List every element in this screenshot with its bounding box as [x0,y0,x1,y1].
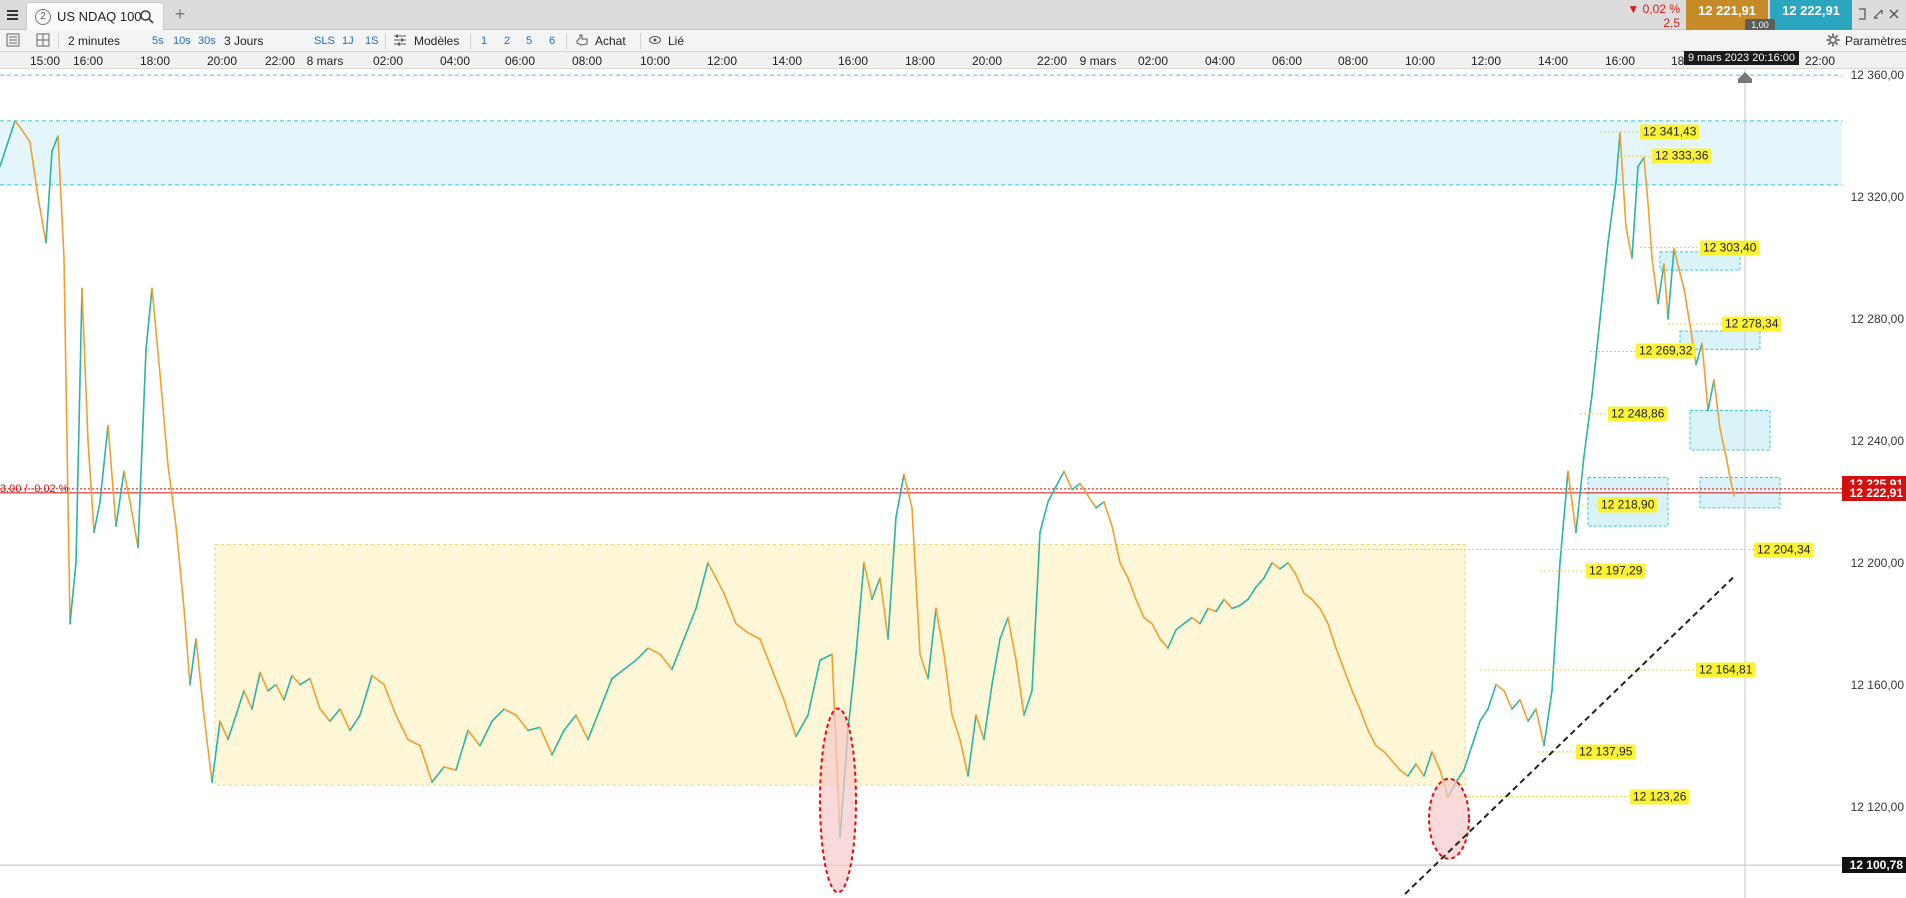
level-label: 12 303,40 [1700,240,1760,256]
price-tick: 12 360,00 [1850,68,1904,83]
time-tick: 20:00 [206,54,238,68]
time-tick: 14:00 [771,54,803,68]
fullscreen-icon[interactable] [1855,6,1869,22]
tab-number-badge: 2 [35,8,51,25]
sliders-icon[interactable] [393,33,407,49]
grid-layout-icon[interactable] [36,33,50,49]
plus-icon[interactable]: + [170,4,190,24]
timeframe-30s[interactable]: 30s [198,33,216,49]
time-tick: 08:00 [1337,54,1369,68]
chart-toolbar: 2 minutes 5s 10s 30s 3 Jours SLS 1J 1S M… [0,30,1906,52]
time-tick: 16:00 [837,54,869,68]
level-label: 12 269,32 [1636,343,1696,359]
price-tick: 12 120,00 [1850,799,1904,814]
time-tick: 8 mars [306,54,344,68]
level-label: 12 341,43 [1640,124,1700,140]
level-label: 12 248,86 [1608,406,1668,422]
time-tick: 04:00 [1204,54,1236,68]
level-label: 12 137,95 [1576,744,1636,760]
price-change-percent: ▼ 0,02 % [1627,2,1680,16]
price-change: ▼ 0,02 % 2,5 [1626,0,1684,30]
buy-hand-icon[interactable] [575,33,589,49]
resistance-zone [0,120,1842,185]
list-icon[interactable] [6,33,20,49]
price-tick: 12 240,00 [1850,433,1904,448]
time-tick: 12:00 [706,54,738,68]
current-price-badge: 12 222,91 [1842,484,1906,501]
level-label: 12 278,34 [1722,316,1782,332]
price-chart[interactable]: 12 341,43 12 333,36 12 303,40 12 278,34 12 2… [0,69,1906,898]
cursor-date-label: 9 mars 2023 20:16:00 [1684,51,1800,65]
highlight-ellipse [819,707,857,894]
layout-1[interactable]: 1 [481,33,487,49]
time-tick: 16:00 [1604,54,1636,68]
minimize-icon[interactable] [1871,6,1885,22]
linked-button[interactable]: Lié [668,33,684,49]
time-tick: 02:00 [1137,54,1169,68]
timeframe-10s[interactable]: 10s [173,33,191,49]
time-tick: 10:00 [639,54,671,68]
level-label: 12 197,29 [1586,563,1646,579]
layout-6[interactable]: 6 [549,33,555,49]
menu-icon[interactable] [0,0,24,30]
level-label: 12 164,81 [1696,662,1756,678]
timeframe-select[interactable]: 2 minutes [68,33,120,49]
level-label: 12 123,26 [1630,789,1690,805]
time-tick: 16:00 [72,54,104,68]
time-tick: 06:00 [1271,54,1303,68]
tab-instrument[interactable]: 2 US NDAQ 100 [26,2,164,30]
level-label: 12 218,90 [1598,497,1658,513]
low-price-badge: 12 100,78 [1842,857,1906,874]
time-tick: 04:00 [439,54,471,68]
period-1s[interactable]: 1S [365,33,378,49]
time-tick: 08:00 [571,54,603,68]
period-sls[interactable]: SLS [314,33,335,49]
layout-2[interactable]: 2 [504,33,510,49]
period-1j[interactable]: 1J [342,33,354,49]
templates-button[interactable]: Modèles [414,33,459,49]
time-tick: 06:00 [504,54,536,68]
level-label: 12 333,36 [1652,148,1712,164]
buy-button[interactable]: 12 222,91 [1770,0,1852,30]
time-tick: 15:00 [29,54,61,68]
time-tick: 18:00 [904,54,936,68]
time-tick: 22:00 [264,54,296,68]
layout-5[interactable]: 5 [526,33,532,49]
time-axis[interactable]: 15:00 16:00 18:00 20:00 22:00 8 mars 02:00 04:0… [0,52,1906,69]
time-tick: 18:00 [139,54,171,68]
search-icon[interactable] [139,9,155,28]
timeframe-5s[interactable]: 5s [152,33,164,49]
title-bar: 2 US NDAQ 100 + ▼ 0,02 % 2,5 12 221,91 1… [0,0,1906,31]
highlight-ellipse [1428,777,1470,860]
price-change-absolute: 2,5 [1663,16,1680,30]
settings-icon[interactable] [1826,33,1840,49]
level-label: 12 204,34 [1754,542,1814,557]
settings-button[interactable]: Paramètres [1845,33,1906,49]
price-axis[interactable]: 12 360,00 12 320,00 12 280,00 12 240,00 12 2… [1842,68,1906,898]
time-tick: 22:00 [1804,54,1836,68]
reference-price-label: 3,00 / -0,02 % [0,482,69,495]
chart-svg [0,69,1842,898]
price-tick: 12 280,00 [1850,311,1904,326]
time-tick: 14:00 [1537,54,1569,68]
close-icon[interactable] [1887,6,1901,22]
price-tick: 12 160,00 [1850,677,1904,692]
price-tick: 12 320,00 [1850,190,1904,204]
time-tick: 20:00 [971,54,1003,68]
time-tick: 9 mars [1079,54,1117,68]
time-tick: 02:00 [372,54,404,68]
price-tick: 12 200,00 [1850,555,1904,570]
cyan-level-box [1689,409,1771,451]
tab-label: US NDAQ 100 [57,9,142,24]
time-tick: 12:00 [1470,54,1502,68]
time-tick: 22:00 [1036,54,1068,68]
buy-button-toolbar[interactable]: Achat [595,33,626,49]
link-icon[interactable] [648,33,662,49]
period-select[interactable]: 3 Jours [224,33,263,49]
time-tick: 10:00 [1404,54,1436,68]
